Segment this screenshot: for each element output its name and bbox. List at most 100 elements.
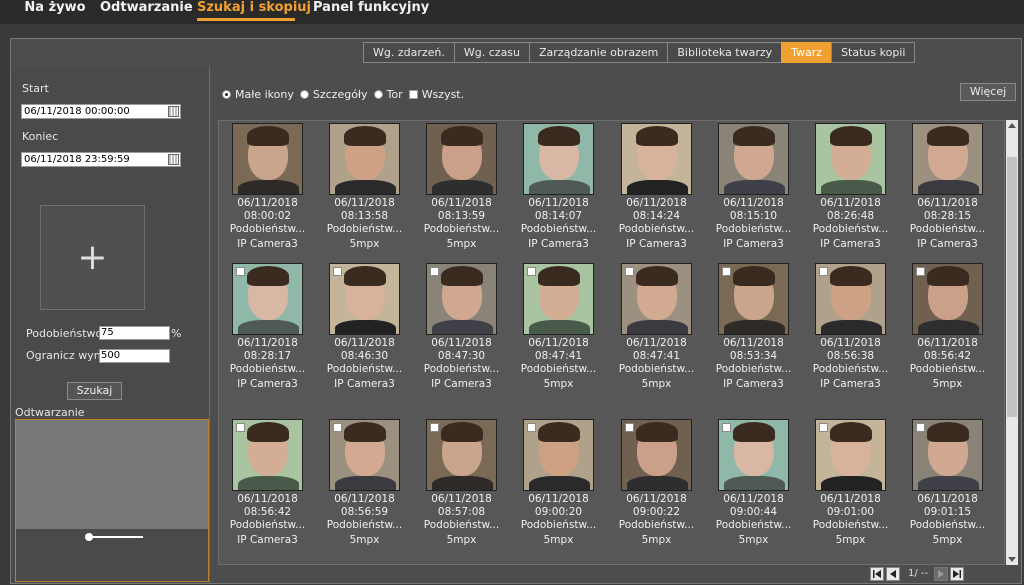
result-select-checkbox[interactable] (333, 423, 342, 432)
result-source: IP Camera3 (626, 238, 687, 250)
calendar-icon[interactable] (168, 106, 179, 117)
face-thumbnail[interactable] (329, 123, 400, 195)
calendar-icon[interactable] (168, 154, 179, 165)
result-select-checkbox[interactable] (333, 267, 342, 276)
result-source: IP Camera3 (431, 378, 492, 390)
result-time: 08:47:41 (534, 350, 583, 362)
result-date: 06/11/2018 (431, 337, 492, 349)
result-time: 09:00:22 (632, 506, 681, 518)
face-results-grid: 06/11/2018 08:00:02 Podobieństw... IP Camer… (218, 120, 1005, 565)
result-similarity: Podobieństw... (909, 223, 986, 235)
result-similarity: Podobieństw... (520, 363, 597, 375)
face-thumbnail[interactable] (718, 123, 789, 195)
nav-search-and-copy[interactable]: Szukaj i skopiuj (197, 0, 311, 21)
result-date: 06/11/2018 (626, 337, 687, 349)
face-thumbnail[interactable] (523, 123, 594, 195)
view-options: Małe ikony Szczegóły Tor Wszyst. (222, 88, 470, 101)
result-similarity: Podobieństw... (909, 363, 986, 375)
similarity-input[interactable]: 75 (99, 326, 170, 340)
result-source: IP Camera3 (723, 238, 784, 250)
result-time: 08:46:30 (340, 350, 389, 362)
result-select-checkbox[interactable] (916, 423, 925, 432)
tab-face-library[interactable]: Biblioteka twarzy (667, 42, 783, 63)
face-thumbnail[interactable] (426, 123, 497, 195)
tab-copy-status[interactable]: Status kopii (831, 42, 916, 63)
result-select-checkbox[interactable] (819, 267, 828, 276)
small-icons-radio[interactable] (222, 90, 231, 99)
result-source: 5mpx (932, 378, 963, 390)
face-thumbnail[interactable] (815, 123, 886, 195)
nav-playback[interactable]: Odtwarzanie (100, 0, 193, 21)
result-date: 06/11/2018 (626, 493, 687, 505)
result-select-checkbox[interactable] (236, 267, 245, 276)
start-datetime-input[interactable]: 06/11/2018 00:00:00 (21, 104, 181, 119)
face-thumbnail[interactable] (912, 123, 983, 195)
track-radio[interactable] (373, 90, 383, 99)
result-select-checkbox[interactable] (625, 423, 634, 432)
similarity-unit: % (171, 327, 182, 340)
result-select-checkbox[interactable] (527, 267, 536, 276)
playback-slider-track[interactable] (89, 536, 143, 538)
result-time: 08:15:10 (729, 210, 778, 222)
nav-live[interactable]: Na żywo (24, 0, 86, 21)
scrollbar-thumb[interactable] (1007, 157, 1017, 417)
result-select-checkbox[interactable] (722, 267, 731, 276)
result-date: 06/11/2018 (626, 197, 687, 209)
playback-slider-handle[interactable] (85, 533, 93, 541)
result-source: IP Camera3 (917, 238, 978, 250)
limit-results-input[interactable]: 500 (99, 349, 170, 363)
end-datetime-input[interactable]: 06/11/2018 23:59:59 (21, 152, 181, 167)
details-radio[interactable] (299, 90, 309, 99)
small-icons-label: Małe ikony (235, 88, 294, 101)
first-page-icon[interactable] (870, 566, 884, 581)
search-button[interactable]: Szukaj (67, 382, 122, 400)
result-similarity: Podobieństw... (715, 519, 792, 531)
more-button[interactable]: Więcej (960, 83, 1016, 101)
nav-function-panel[interactable]: Panel funkcyjny (313, 0, 429, 21)
result-select-checkbox[interactable] (625, 267, 634, 276)
result-time: 09:01:00 (826, 506, 875, 518)
result-date: 06/11/2018 (237, 493, 298, 505)
result-select-checkbox[interactable] (430, 423, 439, 432)
tab-by-event[interactable]: Wg. zdarzeń. (363, 42, 455, 63)
tab-image-management[interactable]: Zarządzanie obrazem (529, 42, 669, 63)
tab-by-time[interactable]: Wg. czasu (453, 42, 531, 63)
result-time: 08:13:58 (340, 210, 389, 222)
result-select-checkbox[interactable] (430, 267, 439, 276)
result-date: 06/11/2018 (334, 197, 395, 209)
select-all-label: Wszyst. (421, 88, 465, 101)
select-all-checkbox[interactable] (408, 90, 418, 99)
result-select-checkbox[interactable] (527, 423, 536, 432)
page-indicator: 1/ -- (908, 568, 929, 579)
top-navigation: Na żywo Odtwarzanie Szukaj i skopiuj Pan… (0, 0, 1024, 24)
result-source: IP Camera3 (528, 238, 589, 250)
tab-face[interactable]: Twarz (781, 42, 833, 63)
result-select-checkbox[interactable] (236, 423, 245, 432)
result-select-checkbox[interactable] (819, 423, 828, 432)
result-source: 5mpx (349, 534, 380, 546)
face-thumbnail[interactable] (232, 123, 303, 195)
result-select-checkbox[interactable] (722, 423, 731, 432)
result-similarity: Podobieństw... (520, 223, 597, 235)
face-thumbnail[interactable] (621, 123, 692, 195)
result-similarity: Podobieństw... (618, 519, 695, 531)
result-date: 06/11/2018 (431, 493, 492, 505)
result-select-checkbox[interactable] (916, 267, 925, 276)
result-time: 08:56:42 (923, 350, 972, 362)
result-similarity: Podobieństw... (618, 223, 695, 235)
scroll-down-icon[interactable] (1008, 557, 1016, 562)
add-face-image-button[interactable]: + (40, 205, 145, 310)
vertical-scrollbar[interactable] (1006, 120, 1018, 565)
result-source: 5mpx (446, 238, 477, 250)
last-page-icon[interactable] (950, 566, 965, 581)
scroll-up-icon[interactable] (1008, 123, 1016, 128)
result-date: 06/11/2018 (917, 493, 978, 505)
prev-page-icon[interactable] (886, 566, 900, 581)
result-time: 08:28:15 (923, 210, 972, 222)
details-label: Szczegóły (312, 88, 368, 101)
result-time: 08:26:48 (826, 210, 875, 222)
result-similarity: Podobieństw... (326, 519, 403, 531)
result-time: 08:57:08 (437, 506, 486, 518)
next-page-icon[interactable] (934, 566, 949, 581)
result-date: 06/11/2018 (237, 197, 298, 209)
